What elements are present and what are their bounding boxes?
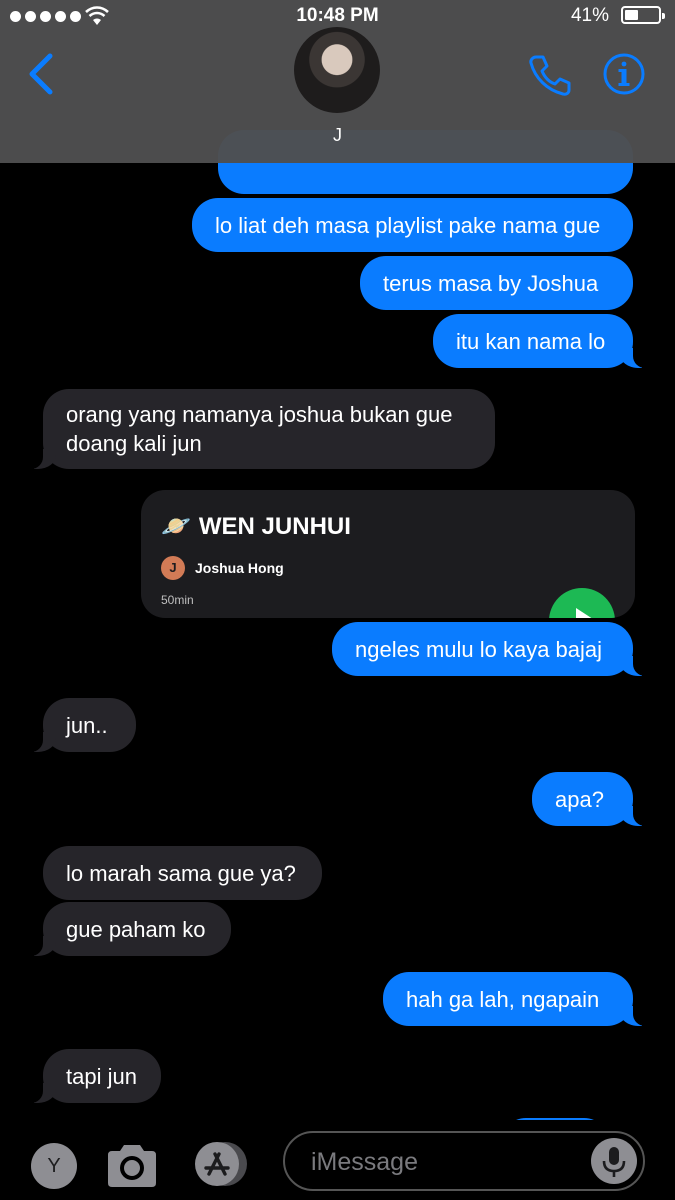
message-bubble-outgoing[interactable]: lo liat deh masa playlist pake nama gue	[192, 198, 633, 252]
camera-icon[interactable]	[104, 1141, 160, 1191]
playlist-title: WEN JUNHUI	[198, 512, 351, 540]
phone-icon[interactable]	[527, 52, 573, 98]
message-bubble-outgoing[interactable]: ngeles mulu lo kaya bajaj	[332, 622, 653, 676]
message-input-field[interactable]	[283, 1131, 645, 1191]
message-text: lo marah sama gue ya?	[66, 860, 296, 886]
message-bubble-outgoing[interactable]: apa?	[532, 772, 653, 826]
message-bubble-incoming[interactable]: tapi jun	[23, 1049, 161, 1103]
message-bubble-outgoing[interactable]	[500, 1118, 610, 1120]
message-thread[interactable]: lo liat deh masa playlist pake nama gue …	[0, 0, 675, 1120]
microphone-icon[interactable]	[591, 1138, 637, 1184]
compose-bar: Y	[0, 1124, 675, 1200]
message-text: orang yang namanya joshua bukan gue doan…	[66, 402, 453, 456]
message-text: itu kan nama lo	[456, 328, 606, 354]
message-text: jun..	[66, 712, 108, 738]
chevron-left-icon[interactable]	[24, 50, 64, 100]
message-text: terus masa by Joshua	[383, 270, 599, 296]
card-title: 🪐 WEN JUNHUI	[161, 512, 351, 541]
play-icon[interactable]	[549, 588, 615, 618]
contact-name[interactable]: J	[0, 125, 675, 146]
artist-name: Joshua Hong	[195, 560, 284, 576]
battery-icon	[621, 6, 665, 24]
status-bar: 10:48 PM 41%	[0, 0, 675, 32]
message-bubble-outgoing[interactable]: hah ga lah, ngapain	[383, 972, 653, 1026]
playlist-duration: 50min	[161, 593, 194, 607]
message-text: apa?	[555, 786, 604, 812]
music-link-card[interactable]: 🪐 WEN JUNHUI J Joshua Hong 50min	[141, 490, 635, 618]
contact-avatar[interactable]	[294, 27, 380, 113]
message-bubble-incoming[interactable]: orang yang namanya joshua bukan gue doan…	[23, 389, 495, 469]
message-text: hah ga lah, ngapain	[406, 986, 600, 1012]
battery-percentage: 41%	[570, 5, 609, 26]
message-text: tapi jun	[66, 1063, 137, 1089]
app-drawer-avatar[interactable]: Y	[31, 1143, 77, 1189]
artist-avatar: J	[161, 556, 185, 580]
message-bubble-outgoing[interactable]: terus masa by Joshua	[360, 256, 633, 310]
message-text: gue paham ko	[66, 916, 206, 942]
ringed-planet-icon: 🪐	[161, 513, 191, 540]
message-text: ngeles mulu lo kaya bajaj	[355, 636, 603, 662]
message-text: lo liat deh masa playlist pake nama gue	[215, 212, 601, 238]
message-input[interactable]	[309, 1133, 593, 1191]
app-store-icon[interactable]	[191, 1140, 251, 1188]
message-bubble-incoming[interactable]: lo marah sama gue ya?	[43, 846, 322, 900]
message-bubble-incoming[interactable]: gue paham ko	[23, 902, 231, 956]
info-icon[interactable]	[602, 52, 646, 96]
message-bubble-outgoing[interactable]: itu kan nama lo	[433, 314, 653, 368]
message-bubble-incoming[interactable]: jun..	[23, 698, 136, 752]
